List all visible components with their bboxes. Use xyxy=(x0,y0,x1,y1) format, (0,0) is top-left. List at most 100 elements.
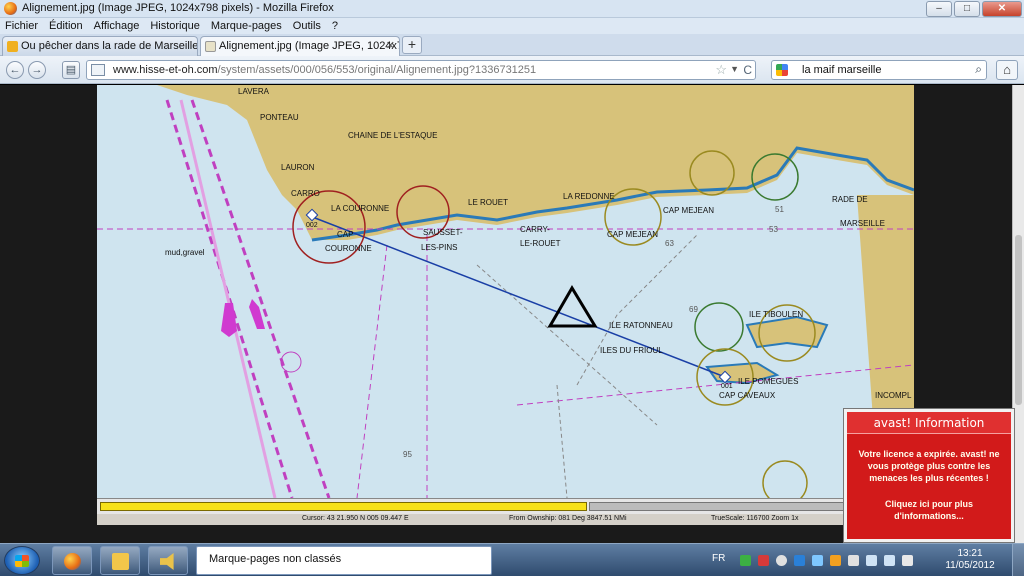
menu-marque-pages[interactable]: Marque-pages xyxy=(211,18,282,34)
label-carry: CARRY- xyxy=(520,225,550,234)
tray-green-icon[interactable] xyxy=(740,555,751,566)
firefox-icon xyxy=(64,553,81,570)
close-button[interactable]: ✕ xyxy=(982,1,1022,17)
scale-readout: TrueScale: 116700 Zoom 1x xyxy=(711,515,799,522)
taskbar-firefox[interactable] xyxy=(52,546,92,575)
tray-skype-icon[interactable] xyxy=(776,555,787,566)
reload-icon[interactable]: C xyxy=(743,63,752,77)
system-tray: FR 13:21 11/05/2012 xyxy=(710,544,1024,576)
label-couronne: COURONNE xyxy=(325,244,372,253)
url-text: www.hisse-et-oh.com/system/assets/000/05… xyxy=(113,64,537,76)
speaker-icon xyxy=(160,553,174,570)
search-bar[interactable]: la maif marseille ⌕ xyxy=(771,60,987,80)
tray-flag-icon[interactable] xyxy=(848,555,859,566)
sounding: 51 xyxy=(775,205,784,214)
show-desktop-button[interactable] xyxy=(1012,544,1024,576)
label-rade-de: RADE DE xyxy=(832,195,868,204)
forward-button[interactable]: → xyxy=(28,61,46,79)
label-lauron: LAURON xyxy=(281,163,315,172)
tray-power-icon[interactable] xyxy=(884,555,895,566)
avast-more-info-link[interactable]: Cliquez ici pour plus d'informations... xyxy=(847,498,1011,522)
start-button[interactable] xyxy=(4,546,40,575)
label-mud-gravel: mud,gravel xyxy=(165,248,205,257)
maximize-button[interactable]: □ xyxy=(954,1,980,17)
menu-help[interactable]: ? xyxy=(332,18,338,34)
menu-affichage[interactable]: Affichage xyxy=(94,18,140,34)
bookmarks-button[interactable]: ▤ xyxy=(62,61,80,79)
sounding: 69 xyxy=(689,305,698,314)
cursor-readout: Cursor: 43 21.950 N 005 09.447 E xyxy=(302,515,409,522)
window-controls: – □ ✕ xyxy=(926,1,1022,17)
label-incompl: INCOMPL xyxy=(875,391,912,400)
tray-blue-icon[interactable] xyxy=(794,555,805,566)
label-waypoint-002: 002 xyxy=(306,222,318,229)
label-lavera: LAVERA xyxy=(238,87,269,96)
label-marseille: MARSEILLE xyxy=(840,219,885,228)
nautical-chart-image: LAVERA PONTEAU CHAINE DE L'ESTAQUE LAURO… xyxy=(97,85,914,498)
chart-drawing xyxy=(97,85,914,498)
image-icon xyxy=(205,41,216,52)
firefox-icon xyxy=(4,2,17,15)
chevron-down-icon[interactable]: ▼ xyxy=(730,64,739,74)
tray-avast-icon[interactable] xyxy=(830,555,841,566)
menu-edition[interactable]: Édition xyxy=(49,18,83,34)
tab-alignement[interactable]: Alignement.jpg (Image JPEG, 1024x79... ✕ xyxy=(200,36,400,56)
label-cap-mejean: CAP MEJEAN xyxy=(663,206,714,215)
site-identity-icon[interactable] xyxy=(91,64,105,76)
tray-volume-icon[interactable] xyxy=(902,555,913,566)
label-ile-ratonneau: ILE RATONNEAU xyxy=(609,321,673,330)
language-indicator[interactable]: FR xyxy=(712,553,725,564)
taskbar-window-label: Marque-pages non classés xyxy=(209,553,342,565)
clock[interactable]: 13:21 11/05/2012 xyxy=(940,548,1000,572)
folder-icon xyxy=(112,553,129,570)
tray-red-icon[interactable] xyxy=(758,555,769,566)
label-la-redonne: LA REDONNE xyxy=(563,192,615,201)
tab-peche-marseille[interactable]: Ou pêcher dans la rade de Marseille xyxy=(2,36,198,56)
scrollbar-thumb[interactable] xyxy=(1015,235,1022,405)
menu-outils[interactable]: Outils xyxy=(293,18,321,34)
label-ponteau: PONTEAU xyxy=(260,113,299,122)
avast-notification[interactable]: avast! Information Votre licence a expir… xyxy=(844,409,1014,542)
clock-time: 13:21 xyxy=(957,548,983,559)
window-title: Alignement.jpg (Image JPEG, 1024x798 pix… xyxy=(22,2,334,14)
google-icon[interactable] xyxy=(776,64,788,76)
ownship-readout: From Ownship: 081 Deg 3847.51 NMi xyxy=(509,515,627,522)
avast-title: avast! Information xyxy=(847,412,1011,434)
avast-message: Votre licence a expirée. avast! ne vous … xyxy=(858,449,1000,483)
progress-fill xyxy=(100,502,587,511)
label-ile-tiboulen: ILE TIBOULEN xyxy=(749,310,804,319)
tab-close-icon[interactable]: ✕ xyxy=(386,39,395,52)
home-button[interactable]: ⌂ xyxy=(996,60,1018,80)
url-bar[interactable]: www.hisse-et-oh.com/system/assets/000/05… xyxy=(86,60,756,80)
search-icon[interactable]: ⌕ xyxy=(975,62,982,77)
tab-label: Ou pêcher dans la rade de Marseille xyxy=(21,40,198,52)
label-les-pins: LES-PINS xyxy=(421,243,458,252)
sounding: 95 xyxy=(403,450,412,459)
label-cap-caveaux: CAP CAVEAUX xyxy=(719,391,776,400)
taskbar: Marque-pages non classés FR 13:21 11/05/… xyxy=(0,543,1024,576)
label-sausset: SAUSSET- xyxy=(423,228,463,237)
label-cap: CAP xyxy=(337,230,354,239)
title-bar: Alignement.jpg (Image JPEG, 1024x798 pix… xyxy=(0,0,1024,18)
tray-network-icon[interactable] xyxy=(812,555,823,566)
tray-display-icon[interactable] xyxy=(866,555,877,566)
taskbar-volume-app[interactable] xyxy=(148,546,188,575)
chart-status-bar: Cursor: 43 21.950 N 005 09.447 E From Ow… xyxy=(97,514,914,525)
new-tab-button[interactable]: + xyxy=(402,36,422,54)
tab-bar: Ou pêcher dans la rade de Marseille Alig… xyxy=(0,34,1024,56)
label-la-couronne: LA COURONNE xyxy=(331,204,390,213)
sounding: 63 xyxy=(665,239,674,248)
chart-progress-bar xyxy=(97,498,914,514)
back-button[interactable]: ← xyxy=(6,61,24,79)
taskbar-explorer[interactable] xyxy=(100,546,140,575)
taskbar-window-bookmarks[interactable]: Marque-pages non classés xyxy=(196,546,492,575)
clock-date: 11/05/2012 xyxy=(945,560,995,571)
search-input[interactable]: la maif marseille xyxy=(802,64,881,76)
menu-fichier[interactable]: Fichier xyxy=(5,18,38,34)
menu-historique[interactable]: Historique xyxy=(150,18,200,34)
star-icon[interactable]: ☆ xyxy=(715,62,727,78)
menu-bar: Fichier Édition Affichage Historique Mar… xyxy=(0,18,1024,34)
navigation-bar: ← → ▤ www.hisse-et-oh.com/system/assets/… xyxy=(0,56,1024,84)
label-carro: CARRO xyxy=(291,189,320,198)
minimize-button[interactable]: – xyxy=(926,1,952,17)
